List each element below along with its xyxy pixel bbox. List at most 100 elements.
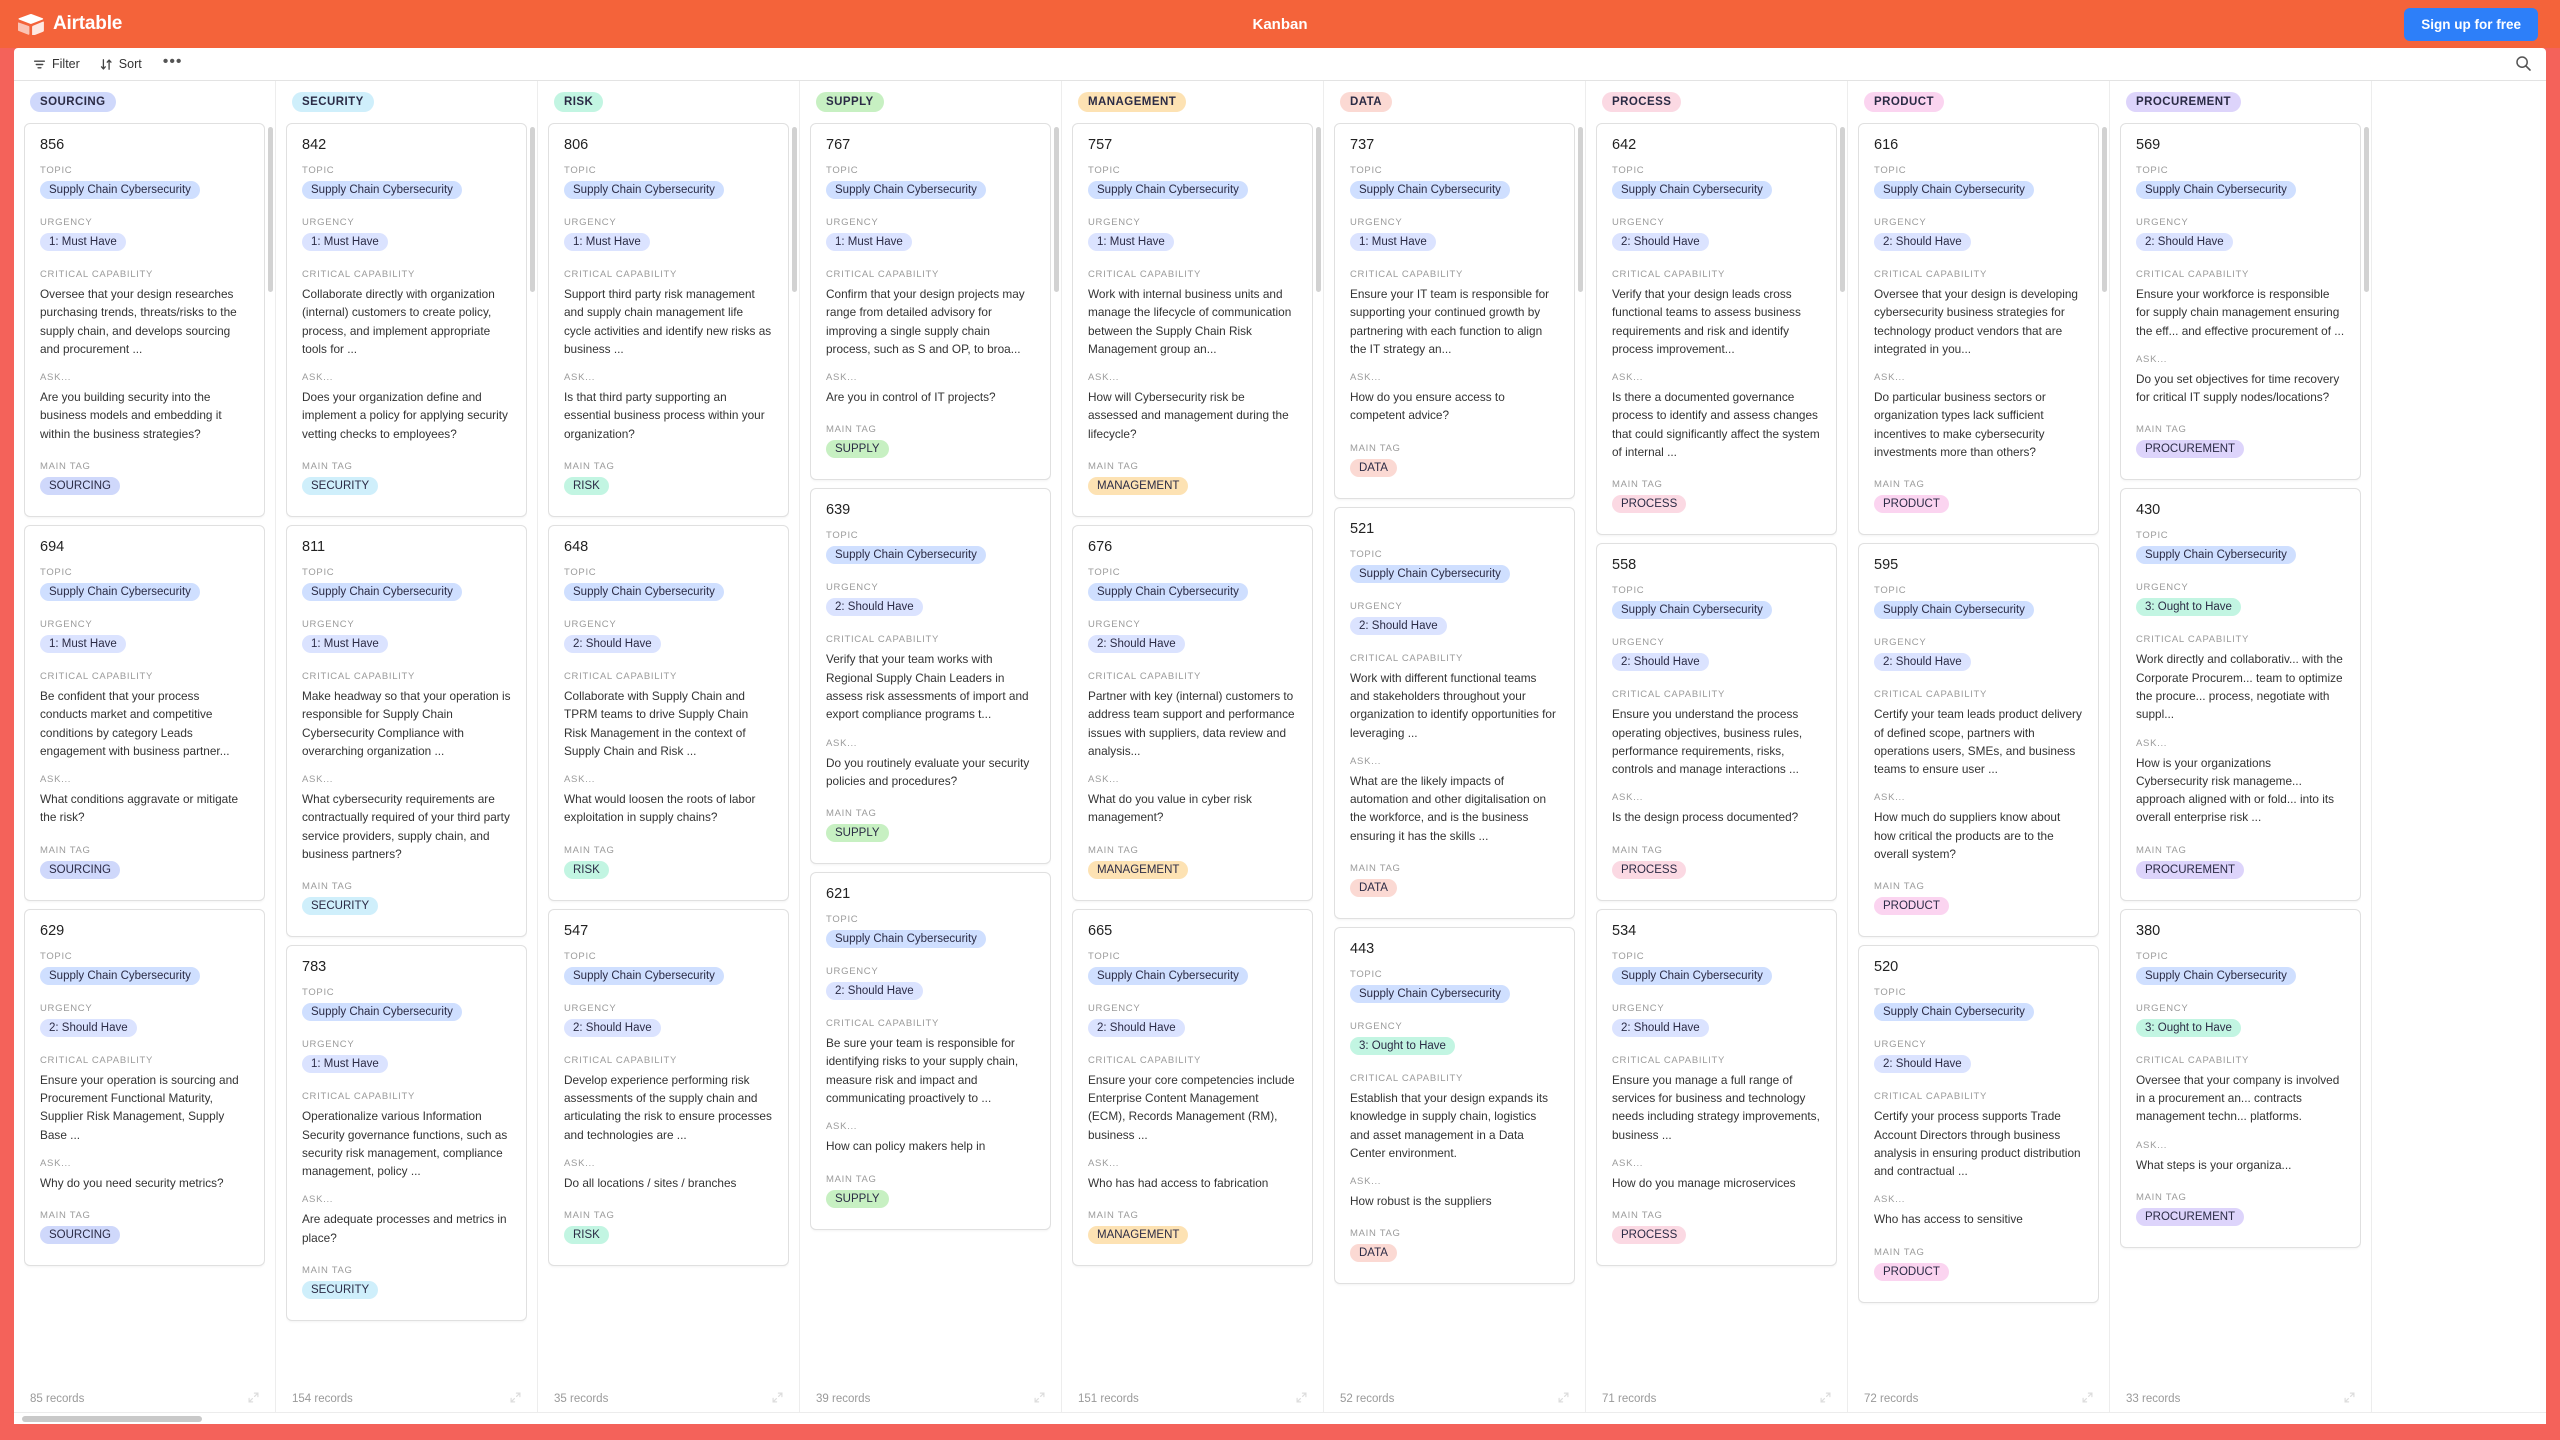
column-card-list[interactable]: 616 TOPIC Supply Chain Cybersecurity URG… xyxy=(1848,123,2109,1385)
kanban-card[interactable]: 569 TOPIC Supply Chain Cybersecurity URG… xyxy=(2120,123,2361,481)
capability-label: CRITICAL CAPABILITY xyxy=(302,1091,416,1103)
topic-pill: Supply Chain Cybersecurity xyxy=(2136,966,2296,985)
column-scroll-area[interactable]: 767 TOPIC Supply Chain Cybersecurity URG… xyxy=(810,123,1051,1385)
kanban-card[interactable]: 443 TOPIC Supply Chain Cybersecurity URG… xyxy=(1334,926,1575,1285)
scrollbar-thumb[interactable] xyxy=(22,1416,202,1422)
ask-text: What would loosen the roots of labor exp… xyxy=(564,792,756,825)
column-scroll-area[interactable]: 616 TOPIC Supply Chain Cybersecurity URG… xyxy=(1858,123,2099,1385)
kanban-card[interactable]: 521 TOPIC Supply Chain Cybersecurity URG… xyxy=(1334,506,1575,919)
kanban-card[interactable]: 616 TOPIC Supply Chain Cybersecurity URG… xyxy=(1858,123,2099,536)
kanban-card[interactable]: 856 TOPIC Supply Chain Cybersecurity URG… xyxy=(24,123,265,517)
main-tag-pill: SECURITY xyxy=(302,897,379,916)
search-icon[interactable] xyxy=(2515,55,2532,77)
urgency-label: URGENCY xyxy=(1088,217,1141,228)
column-vertical-scrollbar[interactable] xyxy=(2364,127,2369,292)
sort-button[interactable]: Sort xyxy=(93,54,149,74)
kanban-card[interactable]: 621 TOPIC Supply Chain Cybersecurity URG… xyxy=(810,872,1051,1230)
expand-icon[interactable] xyxy=(510,1392,521,1406)
capability-field: CRITICAL CAPABILITY Establish that your … xyxy=(1350,1073,1559,1162)
column-scroll-area[interactable]: 806 TOPIC Supply Chain Cybersecurity URG… xyxy=(548,123,789,1385)
column-scroll-area[interactable]: 737 TOPIC Supply Chain Cybersecurity URG… xyxy=(1334,123,1575,1385)
capability-text: Partner with key (internal) customers to… xyxy=(1088,688,1295,758)
kanban-card[interactable]: 648 TOPIC Supply Chain Cybersecurity URG… xyxy=(548,524,789,901)
expand-icon[interactable] xyxy=(1820,1392,1831,1406)
column-card-list[interactable]: 767 TOPIC Supply Chain Cybersecurity URG… xyxy=(800,123,1061,1385)
more-options-button[interactable]: ••• xyxy=(155,53,191,75)
expand-icon[interactable] xyxy=(2082,1392,2093,1406)
capability-field: CRITICAL CAPABILITY Ensure your core com… xyxy=(1088,1055,1297,1144)
urgency-label: URGENCY xyxy=(1088,618,1141,630)
column-vertical-scrollbar[interactable] xyxy=(1840,127,1845,292)
kanban-card[interactable]: 783 TOPIC Supply Chain Cybersecurity URG… xyxy=(286,945,527,1321)
main-tag-label: MAIN TAG xyxy=(1088,844,1139,856)
card-id: 737 xyxy=(1350,137,1375,153)
topic-pill: Supply Chain Cybersecurity xyxy=(1088,966,1248,985)
urgency-pill: 2: Should Have xyxy=(1612,1018,1709,1037)
kanban-card[interactable]: 694 TOPIC Supply Chain Cybersecurity URG… xyxy=(24,524,265,901)
main-tag-pill: RISK xyxy=(564,476,609,495)
urgency-pill: 2: Should Have xyxy=(1088,634,1185,653)
expand-icon[interactable] xyxy=(2344,1392,2355,1406)
kanban-card[interactable]: 642 TOPIC Supply Chain Cybersecurity URG… xyxy=(1596,123,1837,536)
expand-icon[interactable] xyxy=(1296,1392,1307,1406)
main-tag-field: MAIN TAG PROCESS xyxy=(1612,1210,1821,1249)
filter-button[interactable]: Filter xyxy=(26,54,87,74)
kanban-card[interactable]: 534 TOPIC Supply Chain Cybersecurity URG… xyxy=(1596,908,1837,1267)
column-card-list[interactable]: 842 TOPIC Supply Chain Cybersecurity URG… xyxy=(276,123,537,1385)
board-horizontal-scrollbar[interactable] xyxy=(14,1412,2546,1424)
column-card-list[interactable]: 806 TOPIC Supply Chain Cybersecurity URG… xyxy=(538,123,799,1385)
kanban-card[interactable]: 639 TOPIC Supply Chain Cybersecurity URG… xyxy=(810,488,1051,865)
kanban-card[interactable]: 520 TOPIC Supply Chain Cybersecurity URG… xyxy=(1858,945,2099,1303)
expand-icon[interactable] xyxy=(1558,1392,1569,1406)
ask-label: ASK... xyxy=(564,774,596,786)
kanban-card[interactable]: 737 TOPIC Supply Chain Cybersecurity URG… xyxy=(1334,123,1575,499)
column-scroll-area[interactable]: 757 TOPIC Supply Chain Cybersecurity URG… xyxy=(1072,123,1313,1385)
kanban-card[interactable]: 547 TOPIC Supply Chain Cybersecurity URG… xyxy=(548,908,789,1267)
column-card-list[interactable]: 737 TOPIC Supply Chain Cybersecurity URG… xyxy=(1324,123,1585,1385)
main-tag-label: MAIN TAG xyxy=(1350,862,1401,874)
topic-label: TOPIC xyxy=(564,165,597,176)
main-tag-label: MAIN TAG xyxy=(564,1210,615,1222)
kanban-card[interactable]: 767 TOPIC Supply Chain Cybersecurity URG… xyxy=(810,123,1051,481)
column-card-list[interactable]: 856 TOPIC Supply Chain Cybersecurity URG… xyxy=(14,123,275,1385)
column-card-list[interactable]: 642 TOPIC Supply Chain Cybersecurity URG… xyxy=(1586,123,1847,1385)
expand-icon[interactable] xyxy=(1034,1392,1045,1406)
kanban-board[interactable]: SOURCING 856 TOPIC Supply Chain Cybersec… xyxy=(14,81,2546,1412)
column-scroll-area[interactable]: 569 TOPIC Supply Chain Cybersecurity URG… xyxy=(2120,123,2361,1385)
column-vertical-scrollbar[interactable] xyxy=(2102,127,2107,292)
kanban-card[interactable]: 811 TOPIC Supply Chain Cybersecurity URG… xyxy=(286,524,527,938)
expand-icon[interactable] xyxy=(248,1392,259,1406)
column-scroll-area[interactable]: 856 TOPIC Supply Chain Cybersecurity URG… xyxy=(24,123,265,1385)
ask-label: ASK... xyxy=(564,1157,596,1169)
kanban-card[interactable]: 665 TOPIC Supply Chain Cybersecurity URG… xyxy=(1072,908,1313,1267)
kanban-card[interactable]: 806 TOPIC Supply Chain Cybersecurity URG… xyxy=(548,123,789,517)
capability-label: CRITICAL CAPABILITY xyxy=(2136,634,2250,646)
kanban-card[interactable]: 595 TOPIC Supply Chain Cybersecurity URG… xyxy=(1858,543,2099,938)
kanban-card[interactable]: 380 TOPIC Supply Chain Cybersecurity URG… xyxy=(2120,908,2361,1248)
column-vertical-scrollbar[interactable] xyxy=(268,127,273,292)
urgency-field: URGENCY 2: Should Have xyxy=(1874,1039,2083,1078)
column-vertical-scrollbar[interactable] xyxy=(1316,127,1321,292)
topic-label: TOPIC xyxy=(1088,950,1121,962)
kanban-card[interactable]: 842 TOPIC Supply Chain Cybersecurity URG… xyxy=(286,123,527,517)
kanban-card[interactable]: 676 TOPIC Supply Chain Cybersecurity URG… xyxy=(1072,524,1313,901)
signup-button[interactable]: Sign up for free xyxy=(2404,8,2538,41)
column-scroll-area[interactable]: 842 TOPIC Supply Chain Cybersecurity URG… xyxy=(286,123,527,1385)
topic-field: TOPIC Supply Chain Cybersecurity xyxy=(826,530,1035,569)
column-vertical-scrollbar[interactable] xyxy=(792,127,797,292)
kanban-card[interactable]: 757 TOPIC Supply Chain Cybersecurity URG… xyxy=(1072,123,1313,517)
column-card-list[interactable]: 569 TOPIC Supply Chain Cybersecurity URG… xyxy=(2110,123,2371,1385)
topic-pill: Supply Chain Cybersecurity xyxy=(2136,181,2296,199)
kanban-card[interactable]: 558 TOPIC Supply Chain Cybersecurity URG… xyxy=(1596,543,1837,901)
kanban-card[interactable]: 430 TOPIC Supply Chain Cybersecurity URG… xyxy=(2120,488,2361,901)
filter-label: Filter xyxy=(52,57,80,71)
kanban-card[interactable]: 629 TOPIC Supply Chain Cybersecurity URG… xyxy=(24,908,265,1267)
column-vertical-scrollbar[interactable] xyxy=(530,127,535,292)
column-scroll-area[interactable]: 642 TOPIC Supply Chain Cybersecurity URG… xyxy=(1596,123,1837,1385)
column-vertical-scrollbar[interactable] xyxy=(1054,127,1059,292)
column-card-list[interactable]: 757 TOPIC Supply Chain Cybersecurity URG… xyxy=(1062,123,1323,1385)
expand-icon[interactable] xyxy=(772,1392,783,1406)
topic-field: TOPIC Supply Chain Cybersecurity xyxy=(302,165,511,204)
column-vertical-scrollbar[interactable] xyxy=(1578,127,1583,292)
urgency-pill: 2: Should Have xyxy=(2136,233,2233,251)
